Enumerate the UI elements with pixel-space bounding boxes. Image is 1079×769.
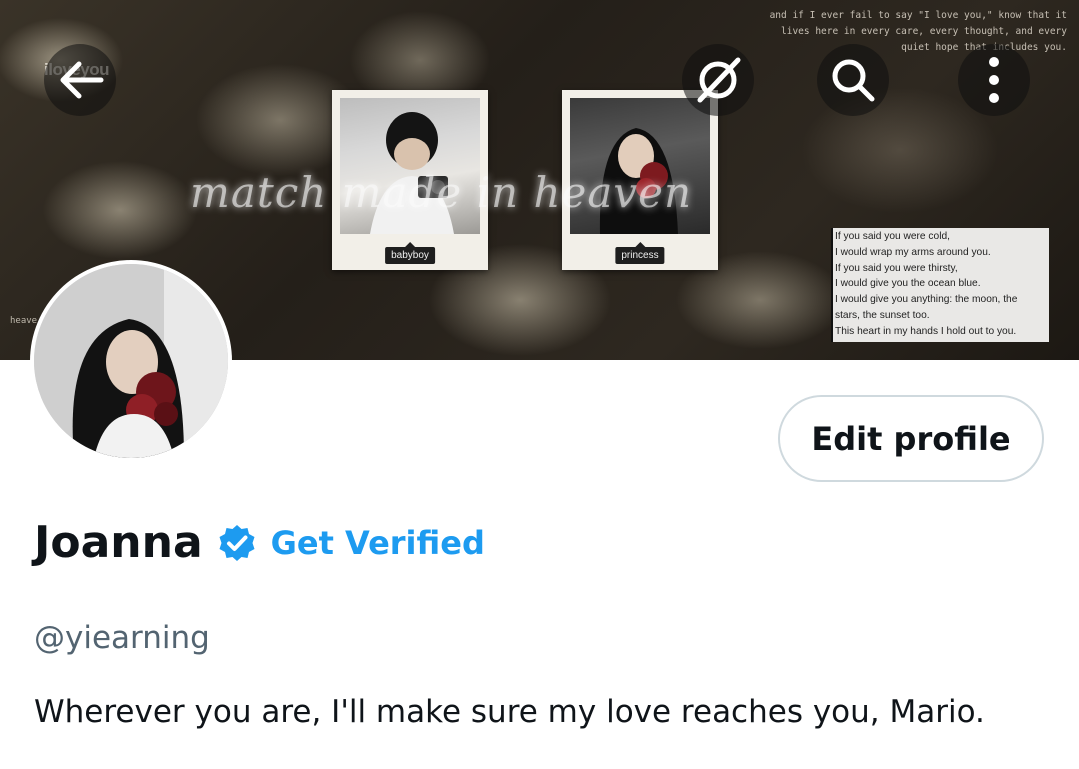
poem-line: If you said you were thirsty, — [835, 262, 958, 274]
more-vertical-icon — [989, 57, 999, 103]
poem-line: This heart in my hands I hold out to you… — [835, 325, 1017, 337]
poem-line: I would give you anything: the moon, the — [835, 294, 1018, 306]
polaroid-label: babyboy — [385, 247, 435, 264]
display-name: Joanna — [34, 517, 203, 568]
search-icon — [832, 59, 875, 102]
poem-line: I would wrap my arms around you. — [835, 246, 991, 258]
banner-script-text: match made in heaven — [190, 168, 693, 217]
user-bio: Wherever you are, I'll make sure my love… — [34, 694, 985, 730]
search-button[interactable] — [817, 44, 889, 116]
arrow-left-icon — [60, 61, 104, 99]
get-verified-link[interactable]: Get Verified — [271, 524, 485, 562]
banner-poem: If you said you were cold, I would wrap … — [831, 228, 1049, 342]
person-photo — [34, 264, 228, 458]
poem-line: If you said you were cold, — [835, 231, 950, 242]
polaroid-label: princess — [615, 247, 665, 264]
user-handle: @yiearning — [34, 620, 210, 656]
more-button[interactable] — [958, 44, 1030, 116]
name-row: Joanna Get Verified — [34, 517, 485, 568]
banner-quote: and if I ever fail to say "I love you," … — [769, 10, 1067, 53]
avatar[interactable] — [30, 260, 232, 462]
verified-badge-icon[interactable] — [217, 523, 257, 563]
poem-line: I would give you the ocean blue. — [835, 278, 981, 290]
grok-button[interactable] — [682, 44, 754, 116]
back-button[interactable] — [44, 44, 116, 116]
poem-line: stars, the sunset too. — [835, 309, 930, 321]
edit-profile-button[interactable]: Edit profile — [778, 395, 1044, 482]
avatar-photo — [34, 264, 228, 458]
grok-icon — [697, 57, 741, 103]
